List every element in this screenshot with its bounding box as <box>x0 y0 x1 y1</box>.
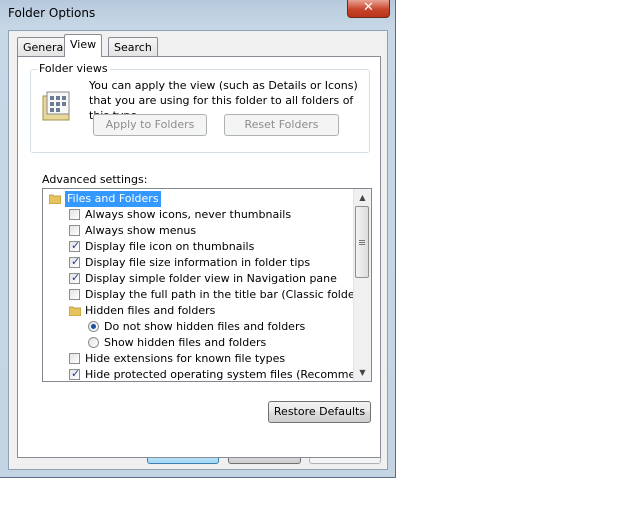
checkbox[interactable]: ✓ <box>69 239 81 252</box>
checkbox[interactable] <box>69 225 80 236</box>
checkbox[interactable] <box>69 289 80 300</box>
setting-label: Do not show hidden files and folders <box>104 320 306 333</box>
window-title: Folder Options <box>8 6 96 20</box>
checkbox[interactable]: ✓ <box>69 255 81 268</box>
radio-button[interactable] <box>88 337 99 348</box>
setting-label: Display the full path in the title bar (… <box>85 288 372 301</box>
close-icon: ✕ <box>363 0 374 15</box>
view-tab-panel: Folder views You can apply the view (suc… <box>17 56 381 458</box>
advanced-settings-list[interactable]: Files and Folders Always show icons, nev… <box>42 188 372 382</box>
folder-views-group: Folder views You can apply the view (suc… <box>30 62 370 153</box>
setting-label: Hide protected operating system files (R… <box>85 368 372 381</box>
tab-search[interactable]: Search <box>108 37 158 57</box>
folder-icon <box>69 306 81 316</box>
close-button[interactable]: ✕ <box>347 0 390 18</box>
tree-label: Files and Folders <box>65 191 161 207</box>
radio-button[interactable] <box>88 321 99 332</box>
folder-view-icon <box>42 91 70 121</box>
advanced-settings-label: Advanced settings: <box>42 173 148 186</box>
reset-folders-button[interactable]: Reset Folders <box>224 114 339 136</box>
checkbox[interactable] <box>69 209 80 220</box>
scrollbar-thumb[interactable] <box>355 206 369 278</box>
vertical-scrollbar[interactable]: ▲ ▼ <box>353 189 371 381</box>
dialog-client-area: General View Search Folder views You can… <box>8 30 388 470</box>
scroll-up-arrow-icon[interactable]: ▲ <box>354 189 371 206</box>
restore-defaults-button[interactable]: Restore Defaults <box>268 401 371 423</box>
setting-label: Display file icon on thumbnails <box>85 240 255 253</box>
setting-label: Show hidden files and folders <box>104 336 267 349</box>
checkbox[interactable]: ✓ <box>69 271 81 284</box>
setting-label: Display simple folder view in Navigation… <box>85 272 337 285</box>
setting-label: Always show menus <box>85 224 197 237</box>
title-bar[interactable]: Folder Options ✕ <box>0 0 396 28</box>
setting-label: Hidden files and folders <box>85 304 216 317</box>
check-mark-icon: ✓ <box>71 367 81 380</box>
checkbox[interactable]: ✓ <box>69 367 81 380</box>
apply-to-folders-button[interactable]: Apply to Folders <box>93 114 207 136</box>
checkbox[interactable] <box>69 353 80 364</box>
setting-label: Display file size information in folder … <box>85 256 311 269</box>
check-mark-icon: ✓ <box>71 255 81 268</box>
tab-view[interactable]: View <box>64 34 103 57</box>
check-mark-icon: ✓ <box>71 239 81 252</box>
scroll-down-arrow-icon[interactable]: ▼ <box>354 364 371 381</box>
folder-icon <box>49 194 61 204</box>
setting-label: Always show icons, never thumbnails <box>85 208 292 221</box>
check-mark-icon: ✓ <box>71 271 81 284</box>
folder-views-label: Folder views <box>37 62 110 75</box>
setting-label: Hide extensions for known file types <box>85 352 286 365</box>
folder-options-dialog: Folder Options ✕ General View Search Fol… <box>0 0 396 478</box>
